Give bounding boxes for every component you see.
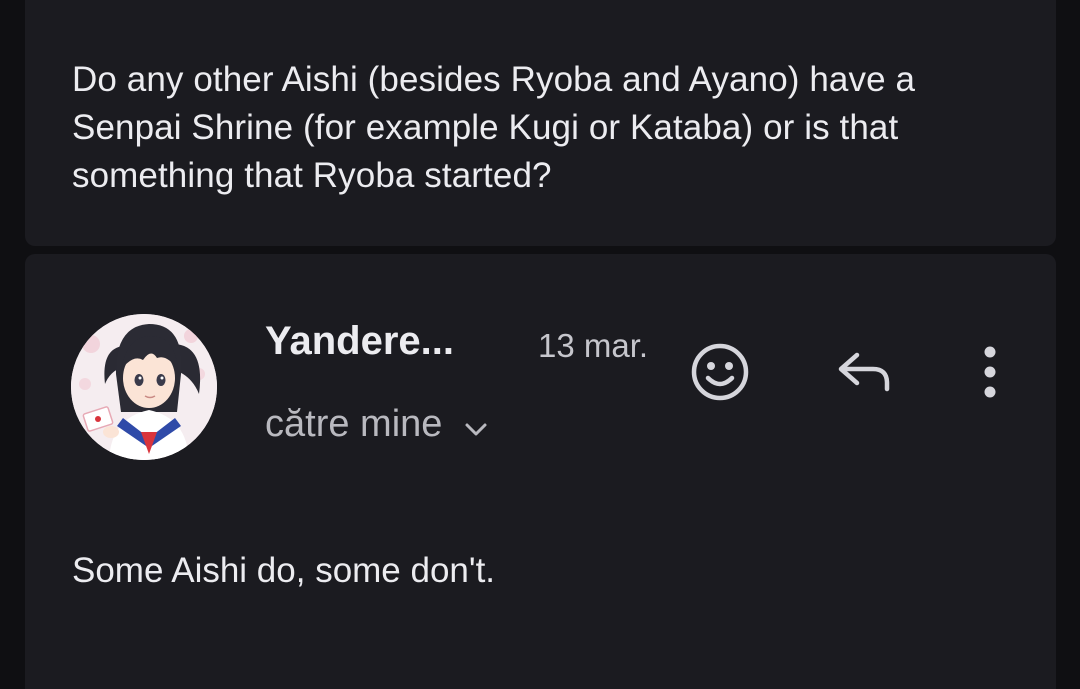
- reply-arrow-icon: [835, 347, 895, 402]
- more-options-button[interactable]: [958, 342, 1022, 406]
- sender-name[interactable]: Yandere...: [265, 316, 454, 366]
- reply-button[interactable]: [833, 342, 897, 406]
- sender-avatar[interactable]: [71, 314, 217, 460]
- email-thread-screen: Do any other Aishi (besides Ryoba and Ay…: [0, 0, 1080, 689]
- chevron-down-icon: [464, 402, 488, 450]
- smiley-face-icon: [689, 341, 751, 408]
- reply-message-body: Some Aishi do, some don't.: [72, 551, 496, 590]
- previous-message-body: Do any other Aishi (besides Ryoba and Ay…: [72, 60, 916, 195]
- add-reaction-button[interactable]: [688, 342, 752, 406]
- previous-message-card[interactable]: Do any other Aishi (besides Ryoba and Ay…: [25, 0, 1056, 246]
- anime-character-avatar-image: [71, 314, 217, 460]
- reply-message-card: Yandere... 13 mar. către mine Some Aishi…: [25, 254, 1056, 689]
- recipient-details-toggle[interactable]: către mine: [265, 398, 488, 450]
- vertical-dots-icon: [980, 344, 1000, 405]
- message-date: 13 mar.: [538, 327, 649, 364]
- recipient-label: către mine: [265, 403, 443, 445]
